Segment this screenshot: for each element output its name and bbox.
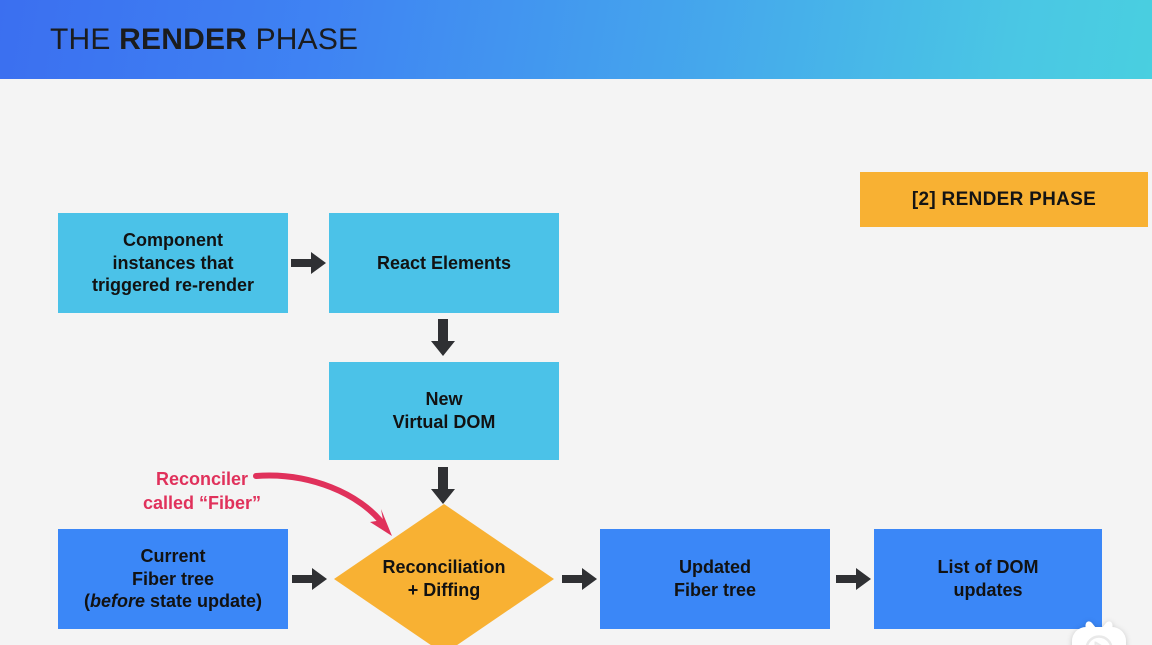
node-label: Component instances that triggered re-re… (91, 229, 255, 296)
phase-badge-label: [2] RENDER PHASE (911, 188, 1097, 210)
annotation-label: Reconciler called “Fiber” (142, 468, 262, 513)
node-updated-fiber-tree: Updated Fiber tree (600, 529, 830, 629)
node-list-dom-updates: List of DOM updates (874, 529, 1102, 629)
arrow-right-current-fiber-to-reconciliation (292, 565, 328, 593)
slide-header: THE RENDER PHASE (0, 0, 1152, 79)
slide-body: [2] RENDER PHASE Component instances tha… (0, 79, 1152, 645)
node-label: React Elements (376, 252, 512, 273)
node-label: List of DOM updates (937, 557, 1039, 600)
node-react-elements: React Elements (329, 213, 559, 313)
node-reconciliation-diffing: Reconciliation + Diffing (334, 504, 554, 645)
node-label: New Virtual DOM (392, 389, 496, 432)
node-label: Current Fiber tree (before state update) (83, 545, 263, 612)
udemy-play-button-icon[interactable] (1068, 617, 1130, 645)
page-title-suffix: PHASE (247, 22, 359, 56)
arrow-right-updated-fiber-to-dom-updates (836, 565, 872, 593)
arrow-right-instances-to-elements (291, 249, 327, 277)
node-new-virtual-dom: New Virtual DOM (329, 362, 559, 460)
page-title: THE RENDER PHASE (50, 23, 358, 57)
node-current-fiber-tree: Current Fiber tree (before state update) (58, 529, 288, 629)
phase-badge: [2] RENDER PHASE (860, 172, 1148, 227)
arrow-down-elements-to-virtual-dom (428, 319, 458, 357)
page-title-prefix: THE (50, 22, 120, 56)
node-component-instances: Component instances that triggered re-re… (58, 213, 288, 313)
node-label: Updated Fiber tree (673, 557, 757, 600)
arrow-right-reconciliation-to-updated-fiber (562, 565, 598, 593)
page-title-emphasis: RENDER (119, 22, 248, 56)
arrow-down-virtual-dom-to-reconciliation (428, 467, 458, 505)
emphasised-word: before (89, 591, 145, 612)
diamond-label: Reconciliation + Diffing (382, 556, 506, 600)
